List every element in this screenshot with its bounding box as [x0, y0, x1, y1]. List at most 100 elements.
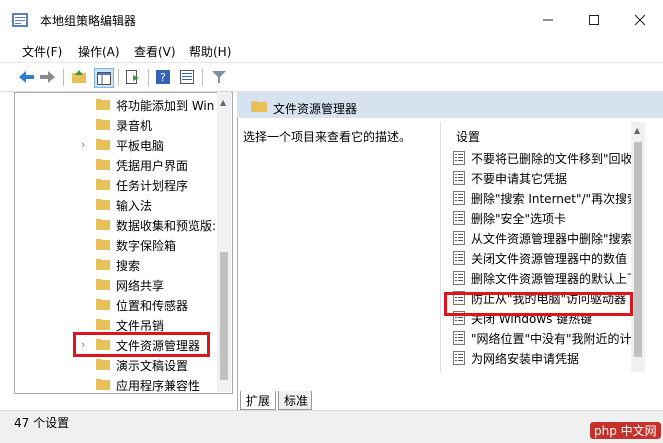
properties-button[interactable] [178, 68, 196, 86]
setting-row[interactable]: 为网络安装申请凭据 [441, 348, 641, 368]
show-hide-tree-button[interactable] [94, 68, 114, 88]
tree-item[interactable]: 录音机 [15, 115, 215, 135]
forward-button[interactable] [38, 68, 56, 86]
status-bar [0, 410, 663, 443]
policy-setting-icon [453, 271, 465, 285]
forward-arrow-icon [40, 71, 55, 83]
folder-icon [96, 219, 110, 230]
folder-icon [96, 199, 110, 210]
setting-label: 为网络安装申请凭据 [471, 352, 580, 366]
toolbar-separator [148, 69, 149, 86]
highlight-box-tree-item [73, 332, 210, 357]
maximize-icon [589, 15, 599, 25]
menu-file[interactable]: 文件(F) [22, 43, 62, 60]
tree-scrollbar[interactable]: ▲ [217, 92, 231, 392]
folder-icon [96, 119, 110, 130]
setting-row[interactable]: 从文件资源管理器中删除"搜索 [441, 228, 641, 248]
tree-item[interactable]: › 文件资源管理器 [15, 332, 215, 357]
tab-extended[interactable]: 扩展 [240, 391, 276, 410]
tree-scroll-thumb[interactable] [220, 252, 228, 380]
tree-item-label: 凭据用户界面 [116, 159, 189, 173]
setting-row[interactable]: 不要将已删除的文件移到"回收 [441, 148, 641, 168]
folder-icon [96, 279, 110, 290]
show-hide-tree-icon [97, 71, 111, 85]
tab-standard[interactable]: 标准 [278, 391, 312, 410]
tree-item-label: 输入法 [116, 199, 153, 213]
back-arrow-icon [19, 71, 34, 83]
tree-item[interactable]: 凭据用户界面 [15, 155, 215, 175]
folder-icon [96, 159, 110, 170]
menu-action[interactable]: 操作(A) [78, 43, 120, 60]
minimize-icon [543, 19, 553, 21]
tree-item[interactable]: 应用程序兼容性 [15, 375, 215, 393]
setting-row[interactable]: 删除"安全"选项卡 [441, 208, 641, 228]
setting-row[interactable]: 删除"搜索 Internet"/"再次搜索 [441, 188, 641, 208]
policy-setting-icon [453, 171, 465, 185]
toolbar-separator [202, 69, 203, 86]
tree-item[interactable]: 任务计划程序 [15, 175, 215, 195]
menu-view[interactable]: 查看(V) [134, 43, 176, 60]
help-button[interactable]: ? [154, 68, 172, 86]
setting-row[interactable]: 不要申请其它凭据 [441, 168, 641, 188]
tree-item[interactable]: 将功能添加到 Win [15, 95, 215, 115]
setting-row[interactable]: 删除文件资源管理器的默认上下 [441, 268, 641, 288]
help-icon: ? [156, 70, 170, 84]
tree-item[interactable]: 网络共享 [15, 275, 215, 295]
tab-standard-label: 标准 [284, 394, 309, 408]
tree-item[interactable]: 位置和传感器 [15, 295, 215, 315]
expand-chevron-icon[interactable]: › [81, 138, 85, 151]
toolbar-separator [118, 69, 119, 86]
status-text: 47 个设置 [14, 416, 70, 430]
folder-icon [96, 179, 110, 190]
scroll-up-icon[interactable]: ▲ [220, 98, 228, 107]
folder-icon [96, 139, 110, 150]
settings-column-header[interactable]: 设置 [456, 128, 480, 145]
tree-item-label: 应用程序兼容性 [116, 379, 201, 393]
minimize-button[interactable] [525, 0, 571, 40]
tree-item-label: 录音机 [116, 119, 153, 133]
watermark-logo: php 中文网 [590, 422, 661, 439]
policy-setting-icon [453, 351, 465, 365]
policy-setting-icon [453, 331, 465, 345]
toolbar-separator [63, 69, 64, 86]
tree-item[interactable]: 搜索 [15, 255, 215, 275]
tree-item[interactable]: 输入法 [15, 195, 215, 215]
tree-item-label: 演示文稿设置 [116, 359, 189, 373]
tree-item-label: 数据收集和预览版: [116, 219, 217, 233]
settings-scrollbar[interactable]: ▲ [631, 122, 645, 372]
policy-setting-icon [453, 231, 465, 245]
setting-label: 不要申请其它凭据 [471, 172, 568, 186]
properties-icon [180, 70, 194, 84]
tree-item-label: 数字保险箱 [116, 239, 177, 253]
tree-item[interactable]: 数字保险箱 [15, 235, 215, 255]
filter-button[interactable] [210, 68, 228, 86]
description-text: 选择一个项目来查看它的描述。 [243, 130, 412, 144]
tree-item[interactable]: 数据收集和预览版: [15, 215, 217, 235]
policy-setting-icon [453, 211, 465, 225]
maximize-button[interactable] [571, 0, 617, 40]
tree-item-label: 位置和传感器 [116, 299, 189, 313]
export-list-icon [126, 70, 139, 84]
setting-row[interactable]: "网络位置"中没有"我附近的计 [441, 328, 641, 348]
setting-row[interactable]: 关闭文件资源管理器中的数值 [441, 248, 641, 268]
menu-help[interactable]: 帮助(H) [189, 43, 231, 60]
export-list-button[interactable] [124, 68, 142, 86]
setting-label: "网络位置"中没有"我附近的计 [471, 332, 632, 346]
highlight-box-setting [444, 292, 633, 316]
policy-tree[interactable]: 将功能添加到 Win 录音机 › 平板电脑凭据用户界面 任务计划程序 输入法数据收集和预览… [14, 92, 233, 394]
folder-icon [251, 101, 267, 112]
tree-item[interactable]: 演示文稿设置 [15, 355, 215, 375]
tree-item-label: 将功能添加到 Win [116, 99, 215, 113]
close-button[interactable] [617, 0, 663, 40]
tree-item-label: 任务计划程序 [116, 179, 189, 193]
setting-label: 删除"安全"选项卡 [471, 212, 567, 226]
folder-icon [96, 299, 110, 310]
folder-icon [96, 319, 110, 330]
back-button[interactable] [18, 68, 36, 86]
up-folder-icon [72, 70, 86, 83]
tree-item[interactable]: › 平板电脑 [15, 135, 215, 155]
up-level-button[interactable] [70, 68, 88, 86]
settings-scroll-thumb[interactable] [634, 142, 642, 357]
scroll-up-icon[interactable]: ▲ [634, 126, 640, 135]
folder-icon [96, 99, 110, 110]
